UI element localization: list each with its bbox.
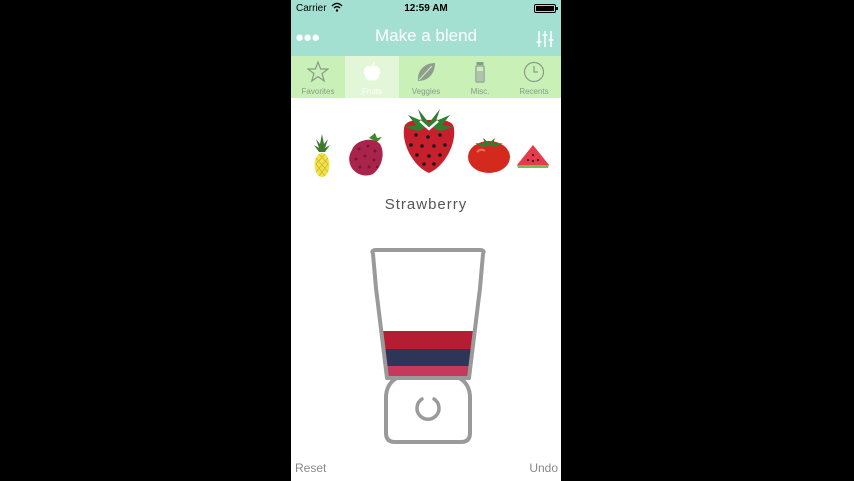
- tab-label: Favorites: [301, 87, 335, 96]
- tab-label: Fruits: [362, 87, 382, 96]
- tab-misc[interactable]: Misc.: [453, 56, 507, 98]
- sliders-icon[interactable]: [535, 29, 555, 49]
- apple-icon: [363, 61, 381, 81]
- pineapple-icon[interactable]: [313, 134, 331, 178]
- blender-illustration[interactable]: [367, 248, 489, 446]
- tab-favorites[interactable]: Favorites: [291, 56, 345, 98]
- reset-button[interactable]: Reset: [295, 461, 326, 475]
- tab-fruits[interactable]: Fruits: [345, 56, 399, 98]
- bottle-icon: [475, 62, 485, 83]
- clock-time: 12:59 AM: [404, 3, 448, 14]
- blend-layer: [382, 331, 474, 349]
- tab-veggies[interactable]: Veggies: [399, 56, 453, 98]
- blender-base: [384, 376, 472, 444]
- tab-label: Veggies: [411, 87, 441, 96]
- blend-layer: [384, 349, 472, 366]
- status-bar: Carrier 12:59 AM: [291, 0, 561, 17]
- tab-recents[interactable]: Recents: [507, 56, 561, 98]
- phone-screen: Carrier 12:59 AM ●●● Make a blend Favori…: [291, 0, 561, 481]
- tab-label: Recents: [519, 87, 549, 96]
- battery-icon: [534, 4, 558, 13]
- watermelon-icon[interactable]: [516, 143, 550, 169]
- leaf-icon: [417, 63, 435, 81]
- strawberry-icon[interactable]: [400, 107, 458, 175]
- star-icon: [307, 61, 329, 83]
- undo-button[interactable]: Undo: [529, 461, 558, 475]
- page-title: Make a blend: [374, 26, 478, 45]
- clock-icon: [523, 61, 545, 83]
- category-tab-bar: Favorites Fruits Veggies Misc. Recents: [291, 56, 561, 98]
- raspberry-icon[interactable]: [347, 132, 387, 178]
- tab-label: Misc.: [470, 87, 490, 96]
- selected-ingredient-name: Strawberry: [384, 196, 468, 213]
- tomato-icon[interactable]: [467, 136, 511, 174]
- nav-bar: ●●● Make a blend: [291, 17, 561, 56]
